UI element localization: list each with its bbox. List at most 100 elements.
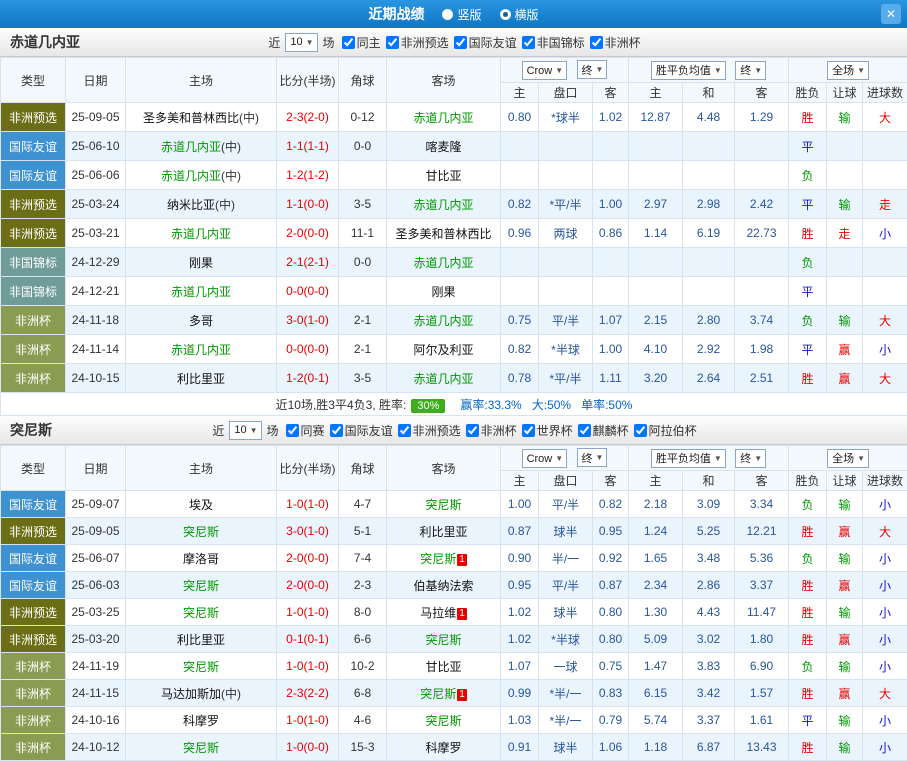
filter-国际友谊[interactable]: 国际友谊 [330,422,393,439]
filter-checkbox[interactable] [286,424,299,437]
filter-同主[interactable]: 同主 [342,34,381,51]
score-cell: 1-0(1-0) [277,491,339,518]
filter-checkbox[interactable] [634,424,647,437]
date-cell: 25-09-05 [66,103,126,132]
filter-同赛[interactable]: 同赛 [286,422,325,439]
scope-group-header: 全场▼ [789,58,907,83]
date-cell: 25-09-07 [66,491,126,518]
filter-非洲杯[interactable]: 非洲杯 [590,34,641,51]
handicap-result-cell: 输 [827,491,863,518]
avg-draw-cell: 5.25 [683,518,735,545]
avg-away-cell [735,248,789,277]
chevron-down-icon: ▼ [596,65,604,74]
col-result: 胜负 [789,471,827,491]
avg-away-cell [735,277,789,306]
col-corner: 角球 [339,58,387,103]
team-name: 赤道几内亚 [171,227,231,241]
away-team-cell: 突尼斯1 [387,545,501,572]
result-cell: 胜 [789,219,827,248]
neutral-venue-tag: (中) [239,111,259,125]
filter-checkbox[interactable] [330,424,343,437]
filter-label: 非洲预选 [413,422,461,439]
avg-type-select[interactable]: 胜平负均值▼ [651,61,726,80]
team-name: 赤道几内亚 [161,169,221,183]
filter-checkbox[interactable] [578,424,591,437]
filter-麒麟杯[interactable]: 麒麟杯 [578,422,629,439]
date-cell: 25-09-05 [66,518,126,545]
filter-非国锦标[interactable]: 非国锦标 [522,34,585,51]
filter-checkbox[interactable] [522,424,535,437]
layout-radio-horizontal[interactable]: 横版 [500,6,539,23]
scope-group-header: 全场▼ [789,446,907,471]
avg-draw-cell: 4.43 [683,599,735,626]
match-row: 非洲预选25-03-20利比里亚0-1(0-1)6-6突尼斯1.02*半球0.8… [1,626,907,653]
avg-draw-cell: 2.92 [683,335,735,364]
handicap-cell: *平/半 [539,190,593,219]
odds-source-select[interactable]: Crow▼ [522,449,568,468]
summary-row: 近10场,胜3平4负3, 胜率:30%赢率:33.3%大:50%单率:50% [1,393,907,416]
handicap-rate: 赢率:33.3% [460,398,521,412]
close-button[interactable]: ✕ [881,4,901,24]
filter-非洲预选[interactable]: 非洲预选 [398,422,461,439]
match-row: 非洲预选25-09-05圣多美和普林西比(中)2-3(2-0)0-12赤道几内亚… [1,103,907,132]
away-team-cell: 赤道几内亚 [387,306,501,335]
filter-世界杯[interactable]: 世界杯 [522,422,573,439]
competition-type-cell: 非洲杯 [1,707,66,734]
goals-result-cell: 小 [863,599,907,626]
home-team-cell: 突尼斯 [126,518,277,545]
away-team-cell: 突尼斯 [387,707,501,734]
result-cell: 胜 [789,518,827,545]
odds-away-cell: 1.02 [593,103,629,132]
filter-checkbox[interactable] [342,36,355,49]
radio-selected-icon[interactable] [500,9,511,20]
result-cell: 平 [789,132,827,161]
odds-source-select[interactable]: Crow▼ [522,61,568,80]
col-goals-result: 进球数 [863,471,907,491]
handicap-result-cell: 输 [827,653,863,680]
handicap-result-cell [827,248,863,277]
team-name: 赤道几内亚 [171,285,231,299]
match-count-select[interactable]: 10▼ [229,421,261,440]
date-cell: 24-11-18 [66,306,126,335]
filter-阿拉伯杯[interactable]: 阿拉伯杯 [634,422,697,439]
away-team-cell: 喀麦隆 [387,132,501,161]
goals-result-cell: 小 [863,707,907,734]
filter-非洲杯[interactable]: 非洲杯 [466,422,517,439]
avg-type-select[interactable]: 胜平负均值▼ [651,449,726,468]
team-name: 圣多美和普林西比 [395,227,491,241]
avg-time-select[interactable]: 终▼ [735,61,766,80]
filter-checkbox[interactable] [590,36,603,49]
handicap-cell: *平/半 [539,364,593,393]
odds-time-select[interactable]: 终▼ [577,60,608,79]
home-team-cell: 赤道几内亚 [126,277,277,306]
competition-type-cell: 非洲预选 [1,518,66,545]
handicap-result-cell: 赢 [827,626,863,653]
odds-time-select[interactable]: 终▼ [577,448,608,467]
filter-checkbox[interactable] [386,36,399,49]
competition-type-cell: 非洲预选 [1,626,66,653]
away-team-cell: 赤道几内亚 [387,103,501,132]
date-cell: 24-12-21 [66,277,126,306]
col-avg-away: 客 [735,83,789,103]
filter-checkbox[interactable] [454,36,467,49]
handicap-result-cell: 输 [827,599,863,626]
col-odds-home: 主 [501,83,539,103]
date-cell: 25-03-25 [66,599,126,626]
filter-checkbox[interactable] [522,36,535,49]
layout-radio-vertical[interactable]: 竖版 [442,6,481,23]
score-cell: 1-0(0-0) [277,734,339,761]
filter-checkbox[interactable] [398,424,411,437]
date-cell: 25-03-21 [66,219,126,248]
score-cell: 3-0(1-0) [277,518,339,545]
competition-type-cell: 非洲杯 [1,306,66,335]
team-name: 利比里亚 [177,372,225,386]
scope-select[interactable]: 全场▼ [827,61,869,80]
match-count-select[interactable]: 10▼ [285,33,317,52]
home-team-cell: 摩洛哥 [126,545,277,572]
filter-国际友谊[interactable]: 国际友谊 [454,34,517,51]
filter-非洲预选[interactable]: 非洲预选 [386,34,449,51]
scope-select[interactable]: 全场▼ [827,449,869,468]
avg-time-select[interactable]: 终▼ [735,449,766,468]
radio-unselected-icon[interactable] [442,9,453,20]
filter-checkbox[interactable] [466,424,479,437]
